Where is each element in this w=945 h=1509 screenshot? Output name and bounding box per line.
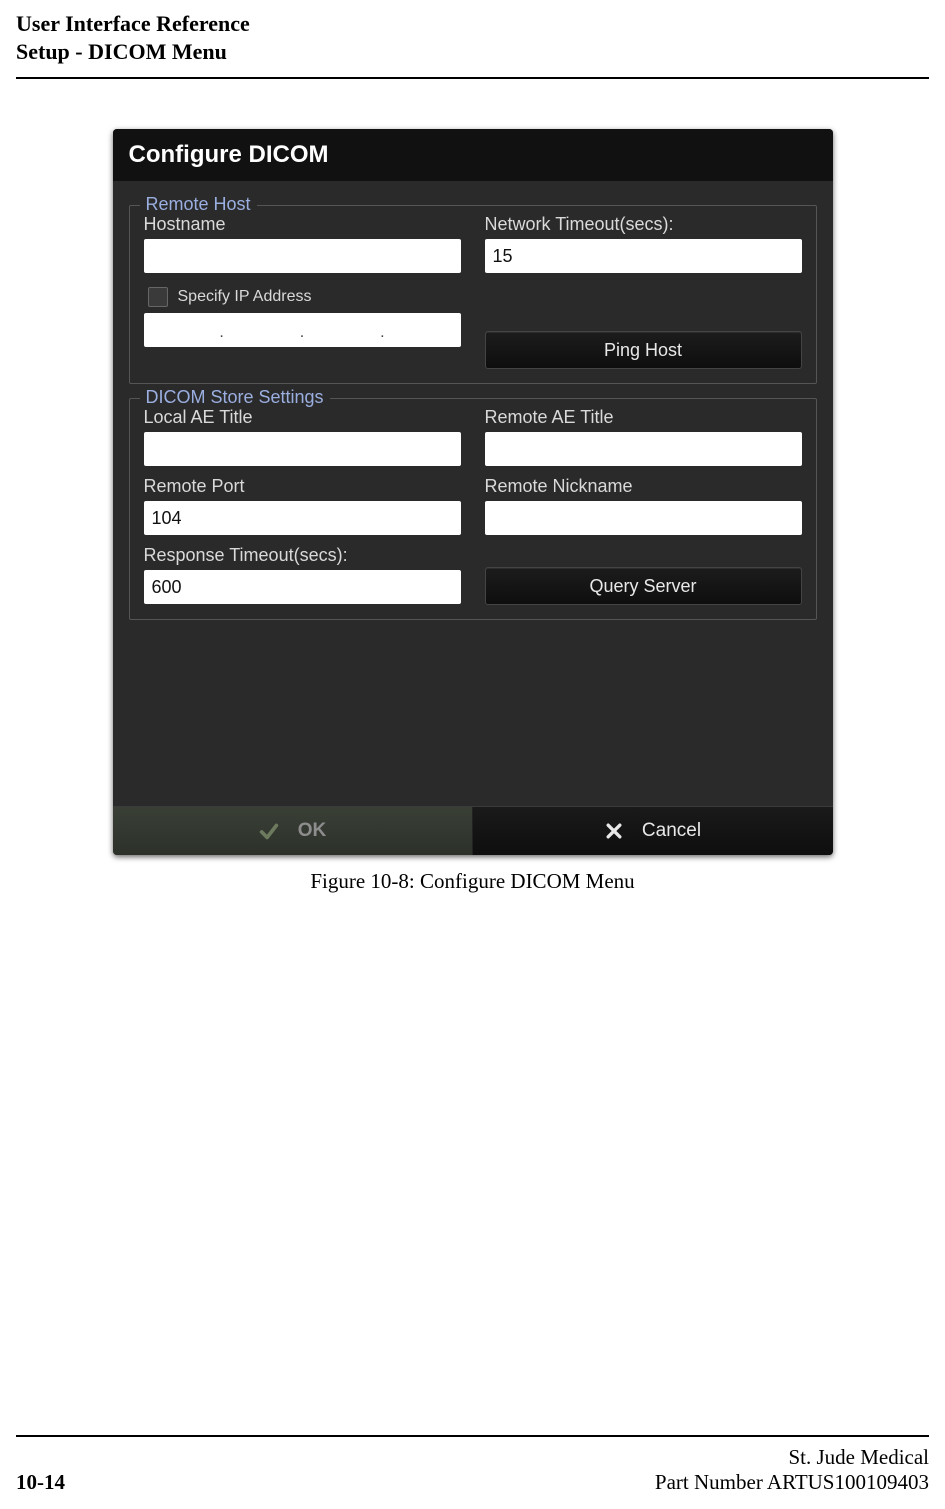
- hostname-field-wrap: Hostname Specify IP Address . . .: [144, 214, 461, 347]
- footer-right: St. Jude Medical Part Number ARTUS100109…: [655, 1445, 929, 1495]
- remote-ae-label: Remote AE Title: [485, 407, 802, 428]
- dialog-body: Remote Host Hostname Specify IP Address …: [113, 181, 833, 800]
- dicom-store-legend: DICOM Store Settings: [140, 387, 330, 408]
- network-timeout-label: Network Timeout(secs):: [485, 214, 802, 235]
- ip-dot: .: [380, 325, 384, 341]
- hostname-label: Hostname: [144, 214, 461, 235]
- remote-nickname-label: Remote Nickname: [485, 476, 802, 497]
- dialog-actions: OK Cancel: [113, 806, 833, 855]
- ok-label: OK: [298, 820, 327, 842]
- remote-host-legend: Remote Host: [140, 194, 257, 215]
- remote-ae-input[interactable]: [485, 432, 802, 466]
- remote-port-label: Remote Port: [144, 476, 461, 497]
- header-line-2: Setup - DICOM Menu: [16, 38, 929, 66]
- local-ae-label: Local AE Title: [144, 407, 461, 428]
- figure-caption: Figure 10-8: Configure DICOM Menu: [310, 869, 634, 894]
- dialog-spacer: [129, 620, 817, 800]
- ping-host-label: Ping Host: [604, 340, 682, 361]
- ping-host-button[interactable]: Ping Host: [485, 331, 802, 369]
- cancel-label: Cancel: [642, 820, 701, 842]
- query-server-label: Query Server: [589, 576, 696, 597]
- figure-wrap: Configure DICOM Remote Host Hostname Spe…: [0, 79, 945, 894]
- footer-rule: [16, 1435, 929, 1437]
- response-timeout-input[interactable]: [144, 570, 461, 604]
- page-footer: 10-14 St. Jude Medical Part Number ARTUS…: [0, 1435, 945, 1509]
- remote-port-input[interactable]: [144, 501, 461, 535]
- ip-dot: .: [300, 325, 304, 341]
- specify-ip-label: Specify IP Address: [178, 288, 312, 306]
- specify-ip-checkbox[interactable]: [148, 287, 168, 307]
- dialog-title: Configure DICOM: [113, 129, 833, 181]
- hostname-input[interactable]: [144, 239, 461, 273]
- footer-company: St. Jude Medical: [655, 1445, 929, 1470]
- remote-nickname-input[interactable]: [485, 501, 802, 535]
- footer-part-number: Part Number ARTUS100109403: [655, 1470, 929, 1495]
- network-timeout-input[interactable]: [485, 239, 802, 273]
- network-timeout-field-wrap: Network Timeout(secs): Ping Host: [485, 214, 802, 369]
- remote-host-fieldset: Remote Host Hostname Specify IP Address …: [129, 205, 817, 384]
- header-line-1: User Interface Reference: [16, 10, 929, 38]
- close-icon: [604, 821, 624, 841]
- query-server-button[interactable]: Query Server: [485, 567, 802, 605]
- response-timeout-label: Response Timeout(secs):: [144, 545, 461, 566]
- local-ae-input[interactable]: [144, 432, 461, 466]
- check-icon: [258, 820, 280, 842]
- page-header: User Interface Reference Setup - DICOM M…: [0, 0, 945, 73]
- dicom-store-fieldset: DICOM Store Settings Local AE Title Remo…: [129, 398, 817, 620]
- page-number: 10-14: [16, 1470, 65, 1495]
- cancel-button[interactable]: Cancel: [473, 807, 833, 855]
- ok-button[interactable]: OK: [113, 807, 473, 855]
- ip-dot: .: [219, 325, 223, 341]
- specify-ip-row: Specify IP Address: [148, 287, 461, 307]
- ip-address-input[interactable]: . . .: [144, 313, 461, 347]
- configure-dicom-dialog: Configure DICOM Remote Host Hostname Spe…: [113, 129, 833, 855]
